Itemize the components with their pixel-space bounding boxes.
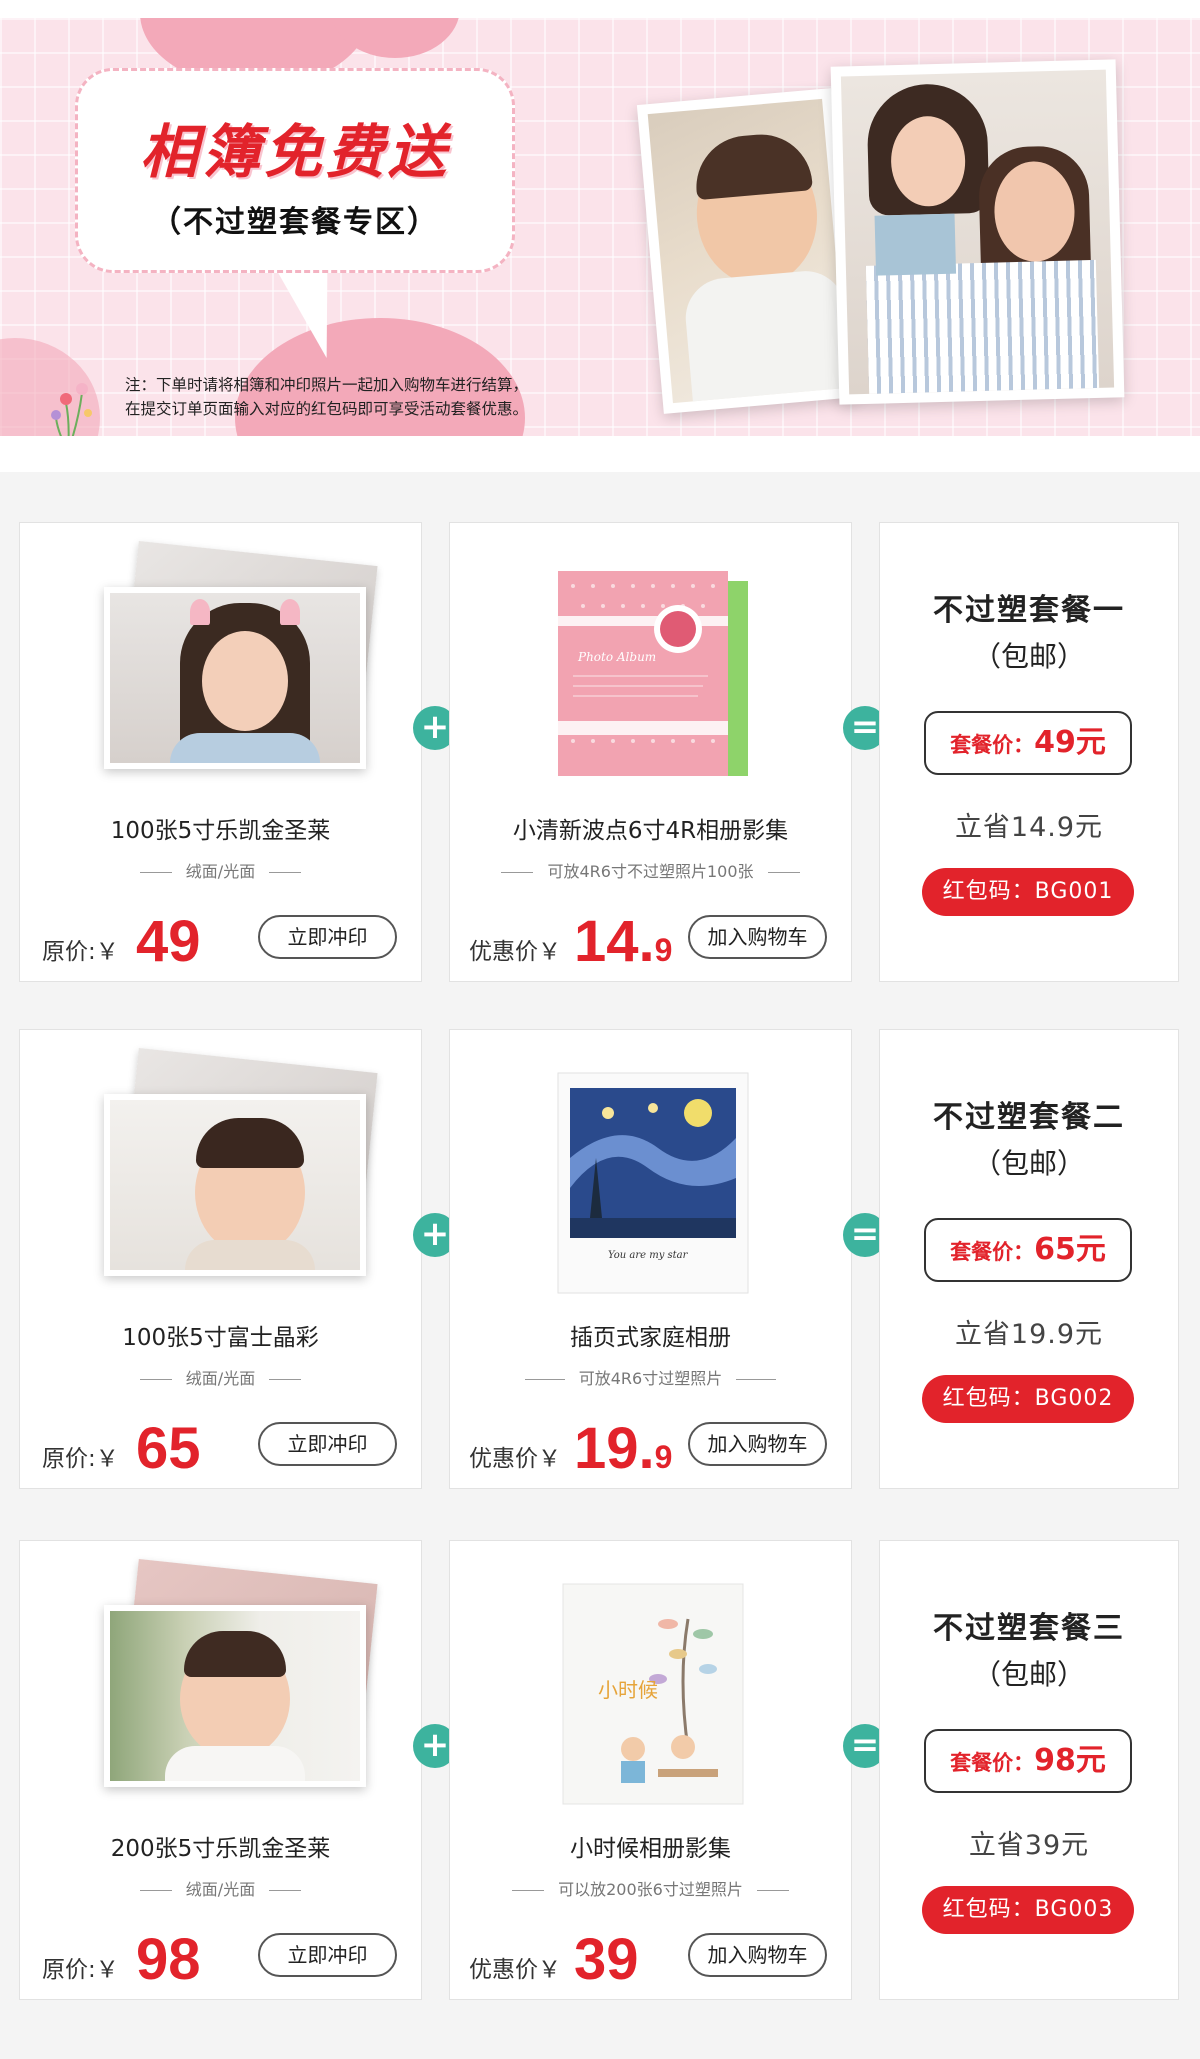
baby-photo (636, 88, 859, 414)
print-photo-stack (80, 1558, 378, 1787)
polka-dot-album-image: Photo Album (558, 571, 748, 776)
package-shipping: （包邮） (972, 1658, 1085, 1691)
package-shipping: （包邮） (972, 640, 1085, 673)
print-price-value: 98 (136, 1927, 201, 1992)
package-savings: 立省14.9元 (954, 812, 1104, 843)
print-photo-stack (80, 1047, 378, 1276)
package-title: 不过塑套餐二 (933, 1100, 1125, 1135)
print-subtitle: 绒面/光面 (20, 858, 421, 882)
album-price-value: 19.9 (574, 1416, 673, 1481)
album-card: Photo Album 小清新波点6寸4R相册影集 可放4R6寸不过塑照片100… (449, 522, 852, 982)
album-card: 小时候 小时候相册影集 可以放200张6寸过塑照片 优惠价￥ 39 加入购物车 (449, 1540, 852, 2000)
print-subtitle: 绒面/光面 (20, 1365, 421, 1389)
package-card: 不过塑套餐三 （包邮） 套餐价：98元 立省39元 红包码：BG003 (879, 1540, 1179, 2000)
print-now-button[interactable]: 立即冲印 (258, 1422, 397, 1466)
album-title: 小清新波点6寸4R相册影集 (512, 818, 789, 844)
package-savings: 立省19.9元 (954, 1319, 1104, 1350)
svg-text:You are my star: You are my star (608, 1250, 689, 1261)
album-price-value: 39 (574, 1927, 639, 1992)
starry-night-album-image: You are my star (557, 1072, 749, 1294)
print-price-value: 65 (136, 1416, 201, 1481)
speech-bubble: 相簿免费送 （不过塑套餐专区） (75, 68, 515, 273)
album-subtitle: 可放4R6寸不过塑照片100张 (450, 858, 851, 882)
package-title: 不过塑套餐三 (933, 1611, 1125, 1646)
add-to-cart-button[interactable]: 加入购物车 (688, 1933, 827, 1977)
album-title: 插页式家庭相册 (570, 1325, 731, 1351)
banner-subtitle: （不过塑套餐专区） (151, 205, 439, 240)
add-to-cart-button[interactable]: 加入购物车 (688, 915, 827, 959)
package-price: 套餐价：98元 (924, 1729, 1132, 1793)
album-subtitle: 可以放200张6寸过塑照片 (450, 1876, 851, 1900)
banner-note: 注：下单时请将相簿和冲印照片一起加入购物车进行结算， 在提交订单页面输入对应的红… (125, 373, 645, 421)
album-title: 小时候相册影集 (570, 1836, 731, 1862)
package-price: 套餐价：49元 (924, 711, 1132, 775)
package-shipping: （包邮） (972, 1147, 1085, 1180)
print-title: 200张5寸乐凯金圣莱 (110, 1836, 331, 1862)
package-savings: 立省39元 (968, 1830, 1090, 1861)
package-card: 不过塑套餐二 （包邮） 套餐价：65元 立省19.9元 红包码：BG002 (879, 1029, 1179, 1489)
flower-icon (51, 383, 92, 436)
svg-text:小时候: 小时候 (598, 1678, 658, 1702)
print-card: 100张5寸富士晶彩 绒面/光面 原价:￥ 65 立即冲印 (19, 1029, 422, 1489)
note-line: 注：下单时请将相簿和冲印照片一起加入购物车进行结算， (125, 376, 529, 394)
album-subtitle: 可放4R6寸过塑照片 (450, 1365, 851, 1389)
note-line: 在提交订单页面输入对应的红包码即可享受活动套餐优惠。 (125, 400, 529, 418)
print-price-value: 49 (136, 909, 201, 974)
album-price-value: 14.9 (574, 909, 673, 974)
coupon-code-badge: 红包码：BG003 (922, 1886, 1134, 1934)
svg-text:Photo Album: Photo Album (577, 650, 656, 664)
package-card: 不过塑套餐一 （包邮） 套餐价：49元 立省14.9元 红包码：BG001 (879, 522, 1179, 982)
banner-title: 相簿免费送 (139, 118, 450, 186)
package-price: 套餐价：65元 (924, 1218, 1132, 1282)
coupon-code-badge: 红包码：BG001 (922, 868, 1134, 916)
album-card: You are my star 插页式家庭相册 可放4R6寸过塑照片 优惠价￥ … (449, 1029, 852, 1489)
package-title: 不过塑套餐一 (933, 593, 1125, 628)
add-to-cart-button[interactable]: 加入购物车 (688, 1422, 827, 1466)
print-subtitle: 绒面/光面 (20, 1876, 421, 1900)
coupon-code-badge: 红包码：BG002 (922, 1375, 1134, 1423)
print-card: 200张5寸乐凯金圣莱 绒面/光面 原价:￥ 98 立即冲印 (19, 1540, 422, 2000)
print-title: 100张5寸富士晶彩 (122, 1325, 319, 1351)
print-photo-stack (80, 540, 378, 769)
print-now-button[interactable]: 立即冲印 (258, 915, 397, 959)
mother-daughter-photo (830, 59, 1125, 405)
childhood-album-image: 小时候 (562, 1583, 744, 1805)
print-title: 100张5寸乐凯金圣莱 (110, 818, 331, 844)
print-now-button[interactable]: 立即冲印 (258, 1933, 397, 1977)
promo-banner: 相簿免费送 （不过塑套餐专区） 注：下单时请将相簿和冲印照片一起加入购物车进行结… (0, 18, 1200, 436)
print-card: 100张5寸乐凯金圣莱 绒面/光面 原价:￥ 49 立即冲印 (19, 522, 422, 982)
